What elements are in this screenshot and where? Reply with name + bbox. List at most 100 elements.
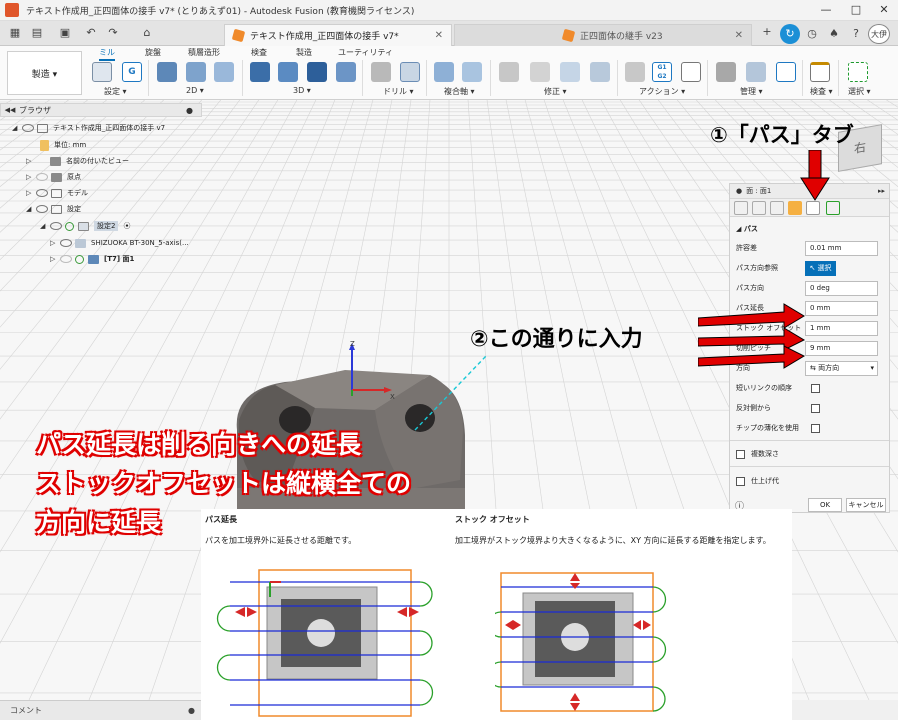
- group-2d[interactable]: 2D ▾: [186, 86, 204, 95]
- face-icon[interactable]: [214, 62, 234, 82]
- group-actions[interactable]: アクション ▾: [639, 86, 685, 97]
- tab-close-icon[interactable]: ✕: [735, 30, 743, 41]
- tree-item-document[interactable]: ◢ テキスト作成用_正四面体の接手 v7: [12, 121, 165, 135]
- heights-tab-icon[interactable]: [770, 201, 784, 215]
- group-modify[interactable]: 修正 ▾: [544, 86, 567, 97]
- file-menu-icon[interactable]: ▤: [30, 26, 44, 40]
- expand-icon[interactable]: ◢: [26, 205, 36, 213]
- ribbon-tab-inspection[interactable]: 検査: [251, 47, 267, 58]
- tree-item-face-operation[interactable]: ▷ [T7] 面1: [50, 252, 134, 266]
- notification-bell-icon[interactable]: ♠: [824, 24, 844, 44]
- group-3d[interactable]: 3D ▾: [293, 86, 311, 95]
- multi-axis-icon[interactable]: [434, 62, 454, 82]
- post-library-icon[interactable]: [776, 62, 796, 82]
- 3d-parallel-icon[interactable]: [336, 62, 356, 82]
- browser-pin-icon[interactable]: ●: [186, 106, 193, 115]
- nc-program-icon[interactable]: G: [122, 62, 142, 82]
- tree-item-setup2[interactable]: ◢ 設定2 ⦿: [40, 219, 130, 233]
- stock-to-leave-checkbox[interactable]: [736, 476, 745, 486]
- tab-close-icon[interactable]: ✕: [435, 30, 443, 41]
- ribbon-tab-mill[interactable]: ミル: [99, 47, 115, 61]
- user-avatar[interactable]: 大伊: [868, 24, 890, 44]
- tab-active-document[interactable]: テキスト作成用_正四面体の接手 v7* ✕: [224, 24, 452, 46]
- stepover-input[interactable]: 9 mm: [805, 340, 878, 356]
- graph-tab-icon[interactable]: [826, 201, 840, 215]
- expand-icon[interactable]: ▷: [50, 239, 60, 247]
- visibility-eye-icon[interactable]: [36, 189, 48, 197]
- hole-recognition-icon[interactable]: [400, 62, 420, 82]
- 3d-steep-icon[interactable]: [307, 62, 327, 82]
- group-select[interactable]: 選択 ▾: [848, 86, 871, 97]
- select-window-icon[interactable]: [848, 62, 868, 82]
- 2d-adaptive-icon[interactable]: [157, 62, 177, 82]
- visibility-eye-icon[interactable]: [36, 173, 48, 181]
- cancel-button[interactable]: キャンセル: [846, 498, 886, 512]
- group-drill[interactable]: ドリル ▾: [383, 86, 414, 97]
- comments-bar[interactable]: コメント ●: [0, 700, 201, 720]
- order-short-links-checkbox[interactable]: [811, 383, 820, 393]
- collapse-browser-icon[interactable]: ◀◀: [1, 106, 19, 114]
- data-panel-icon[interactable]: ↻: [780, 24, 800, 44]
- tree-item-setups[interactable]: ◢ 設定: [26, 202, 81, 216]
- group-multi-axis[interactable]: 複合軸 ▾: [444, 86, 475, 97]
- group-inspect[interactable]: 検査 ▾: [810, 86, 833, 97]
- cut-icon[interactable]: [499, 62, 519, 82]
- visibility-eye-icon[interactable]: [22, 124, 34, 132]
- expand-panel-icon[interactable]: ▸▸: [878, 187, 885, 195]
- workspace-selector[interactable]: 製造 ▾: [7, 51, 82, 95]
- visibility-eye-icon[interactable]: [50, 222, 62, 230]
- 3d-pocket-icon[interactable]: [278, 62, 298, 82]
- setup-icon[interactable]: [92, 62, 112, 82]
- tree-item-units[interactable]: 単位: mm: [40, 138, 86, 152]
- measure-icon[interactable]: [810, 62, 830, 82]
- expand-icon[interactable]: ◢: [12, 124, 22, 132]
- ribbon-tab-utilities[interactable]: ユーティリティ: [338, 47, 393, 58]
- ribbon-tab-fabrication[interactable]: 製造: [296, 47, 312, 58]
- tab-inactive-document[interactable]: 正四面体の継手 v23 ✕: [454, 24, 752, 46]
- linking-tab-icon[interactable]: [788, 201, 802, 215]
- close-window-button[interactable]: ✕: [871, 2, 897, 18]
- section-passes-header[interactable]: ◢ パス: [736, 224, 758, 234]
- tree-item-origin[interactable]: ▷ 原点: [26, 170, 81, 184]
- tolerance-input[interactable]: 0.01 mm: [805, 240, 878, 256]
- tree-item-named-views[interactable]: ▷ 名前の付いたビュー: [26, 154, 129, 168]
- tool-tab-icon[interactable]: [734, 201, 748, 215]
- visibility-eye-icon[interactable]: [60, 239, 72, 247]
- maximize-button[interactable]: □: [843, 2, 869, 18]
- chip-thinning-checkbox[interactable]: [811, 423, 820, 433]
- geometry-tab-icon[interactable]: [752, 201, 766, 215]
- grid-menu-icon[interactable]: ▦: [8, 26, 22, 40]
- ribbon-tab-additive[interactable]: 積層造形: [188, 47, 220, 58]
- expand-icon[interactable]: ▷: [26, 157, 36, 165]
- help-icon[interactable]: ?: [846, 24, 866, 44]
- minimize-button[interactable]: —: [813, 2, 839, 18]
- group-manage[interactable]: 管理 ▾: [740, 86, 763, 97]
- stock-offset-input[interactable]: 1 mm: [805, 320, 878, 336]
- tool-library-icon[interactable]: [716, 62, 736, 82]
- expand-icon[interactable]: ▷: [26, 173, 36, 181]
- post-process-icon[interactable]: G1 G2: [652, 62, 672, 82]
- delete-toolpath-icon[interactable]: [530, 62, 550, 82]
- select-button[interactable]: ↖ 選択: [805, 260, 836, 276]
- visibility-eye-icon[interactable]: [36, 205, 48, 213]
- tree-item-model[interactable]: ▷ モデル: [26, 186, 88, 200]
- drill-icon[interactable]: [371, 62, 391, 82]
- direction-select[interactable]: ⇆ 両方向 ▾: [805, 360, 878, 376]
- activate-radio-icon[interactable]: ⦿: [123, 221, 130, 231]
- setup-sheet-icon[interactable]: [681, 62, 701, 82]
- tree-item-machine[interactable]: ▷ SHIZUOKA BT-30N_5-axis(...: [50, 236, 189, 250]
- opposite-side-checkbox[interactable]: [811, 403, 820, 413]
- 2d-pocket-icon[interactable]: [186, 62, 206, 82]
- home-icon[interactable]: ⌂: [140, 26, 154, 40]
- modify-toolpath-icon[interactable]: [590, 62, 610, 82]
- collapse-section-icon[interactable]: ◢: [736, 225, 744, 233]
- undo-icon[interactable]: ↶: [84, 26, 98, 40]
- comments-pin-icon[interactable]: ●: [188, 706, 195, 715]
- expand-icon[interactable]: ◢: [40, 222, 50, 230]
- ok-button[interactable]: OK: [808, 498, 842, 512]
- pass-direction-input[interactable]: 0 deg: [805, 280, 878, 296]
- simulate-icon[interactable]: [625, 62, 645, 82]
- 3d-adaptive-icon[interactable]: [250, 62, 270, 82]
- machine-library-icon[interactable]: [746, 62, 766, 82]
- multiple-depths-checkbox[interactable]: [736, 449, 745, 459]
